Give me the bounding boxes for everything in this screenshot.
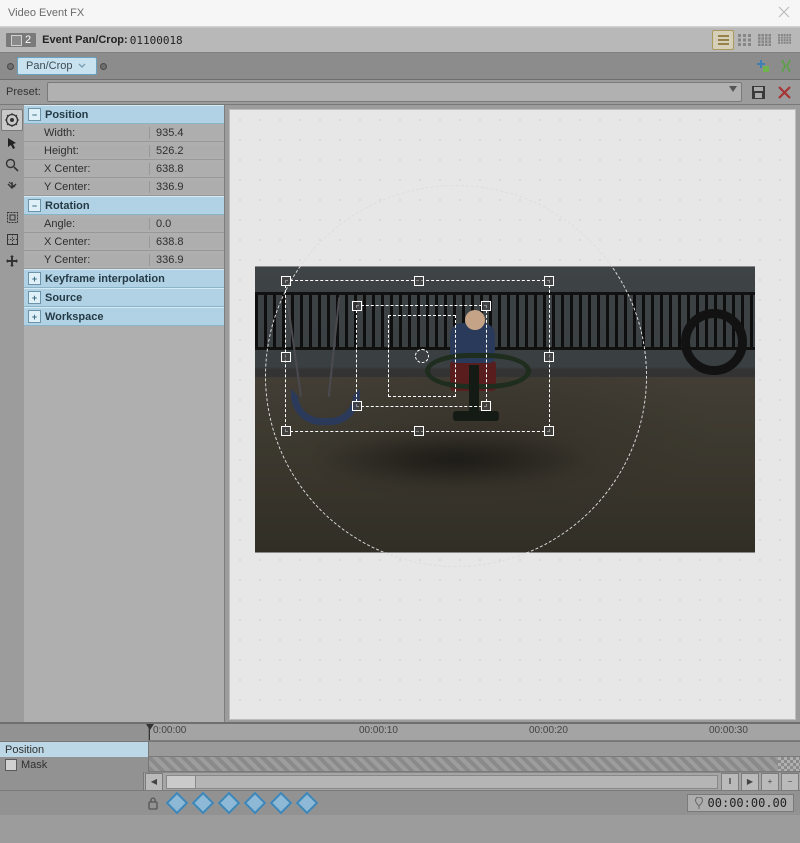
next-keyframe-icon[interactable] [270,792,293,815]
zoom-in-icon[interactable]: + [761,773,779,791]
window-title: Video Event FX [8,7,84,19]
preset-select[interactable] [47,82,742,102]
vertical-toolbar [0,105,24,722]
chain-input-node [7,63,14,70]
prev-keyframe-icon[interactable] [192,792,215,815]
group-position-header[interactable]: −Position [24,105,224,124]
group-workspace-header[interactable]: +Workspace [24,307,224,326]
property-panel: −Position Width:935.4 Height:526.2 X Cen… [24,105,225,722]
scroll-end-icon[interactable]: ‖ [721,773,739,791]
prop-height-label: Height: [24,145,150,157]
expand-icon: + [28,272,41,285]
add-keyframe-icon[interactable] [218,792,241,815]
ruler-tick: 00:00:20 [529,725,568,736]
fx-chain-row: Pan/Crop [0,53,800,80]
fx-chain-index[interactable]: 2 [6,33,36,47]
event-label: Event Pan/Crop: [42,34,128,46]
timeline-h-scrollbar[interactable]: ◀ ‖ ▶ + − [144,772,800,790]
view-list-icon[interactable] [712,30,734,50]
tool-zoom-icon[interactable] [2,155,22,175]
window-titlebar: Video Event FX [0,0,800,27]
scroll-left-icon[interactable]: ◀ [145,773,163,791]
chevron-down-icon [78,62,86,70]
chain-output-node [100,63,107,70]
caret-down-icon [729,86,737,92]
close-icon[interactable] [778,6,792,20]
fx-chain-tab-label: Pan/Crop [26,60,72,72]
track-position-label[interactable]: Position [0,742,149,757]
prop-ycenter-value[interactable]: 336.9 [150,181,224,193]
track-mask-lane[interactable] [149,757,800,772]
expand-icon: + [28,310,41,323]
prop-width-label: Width: [24,127,150,139]
delete-preset-icon[interactable] [774,82,794,102]
ruler-tick: 00:00:10 [359,725,398,736]
add-fx-icon[interactable] [753,56,773,76]
playhead[interactable] [149,724,150,740]
keyframe-timeline: 0:00:00 00:00:10 00:00:20 00:00:30 Posit… [0,722,800,815]
view-grid-3-icon[interactable] [734,31,754,49]
group-keyframe-header[interactable]: +Keyframe interpolation [24,269,224,288]
preset-row: Preset: [0,80,800,105]
group-rotation-header[interactable]: −Rotation [24,196,224,215]
view-grid-4-icon[interactable] [754,31,774,49]
prop-ycenter-label: Y Center: [24,181,150,193]
prop-xcenter-value[interactable]: 638.8 [150,163,224,175]
tool-select-icon[interactable] [2,133,22,153]
prop-width-value[interactable]: 935.4 [150,127,224,139]
timecode-display[interactable]: 00:00:00.00 [687,794,794,812]
ruler-tick: 00:00:30 [709,725,748,736]
scroll-thumb[interactable] [167,776,196,788]
scroll-right-icon[interactable]: ▶ [741,773,759,791]
mask-checkbox[interactable] [5,759,17,771]
fx-chain-tab-pancrop[interactable]: Pan/Crop [17,57,97,75]
tool-move-icon[interactable] [2,251,22,271]
tool-lock-aspect-icon[interactable] [2,207,22,227]
fx-options-icon[interactable] [776,56,796,76]
delete-keyframe-icon[interactable] [244,792,267,815]
last-keyframe-icon[interactable] [296,792,319,815]
tool-size-about-center-icon[interactable] [2,229,22,249]
first-keyframe-icon[interactable] [166,792,189,815]
prop-rot-yc-value[interactable]: 336.9 [150,254,224,266]
event-id: 01100018 [130,34,183,47]
collapse-icon: − [28,108,41,121]
timeline-ruler[interactable]: 0:00:00 00:00:10 00:00:20 00:00:30 [149,724,800,741]
sync-cursor-icon[interactable] [147,796,161,810]
video-frame [255,266,755,553]
prop-xcenter-label: X Center: [24,163,150,175]
tool-properties-icon[interactable] [1,109,23,131]
view-grid-small-icon[interactable] [774,31,794,49]
track-mask-label[interactable]: Mask [0,757,149,772]
zoom-out-icon[interactable]: − [781,773,799,791]
collapse-icon: − [28,199,41,212]
prop-rot-yc-label: Y Center: [24,254,150,266]
prop-angle-value[interactable]: 0.0 [150,218,224,230]
preview-canvas[interactable] [225,105,800,722]
tool-snap-icon[interactable] [2,177,22,197]
ruler-tick: 0:00:00 [153,725,186,736]
save-preset-icon[interactable] [748,82,768,102]
marker-icon [694,797,704,809]
prop-angle-label: Angle: [24,218,150,230]
track-position-lane[interactable] [149,742,800,757]
group-source-header[interactable]: +Source [24,288,224,307]
timeline-corner [0,724,149,741]
event-header: 2 Event Pan/Crop: 01100018 [0,27,800,53]
prop-rot-xc-value[interactable]: 638.8 [150,236,224,248]
keyframe-controls: 00:00:00.00 [0,790,800,815]
prop-rot-xc-label: X Center: [24,236,150,248]
prop-height-value[interactable]: 526.2 [150,145,224,157]
expand-icon: + [28,291,41,304]
preset-label: Preset: [6,86,41,98]
